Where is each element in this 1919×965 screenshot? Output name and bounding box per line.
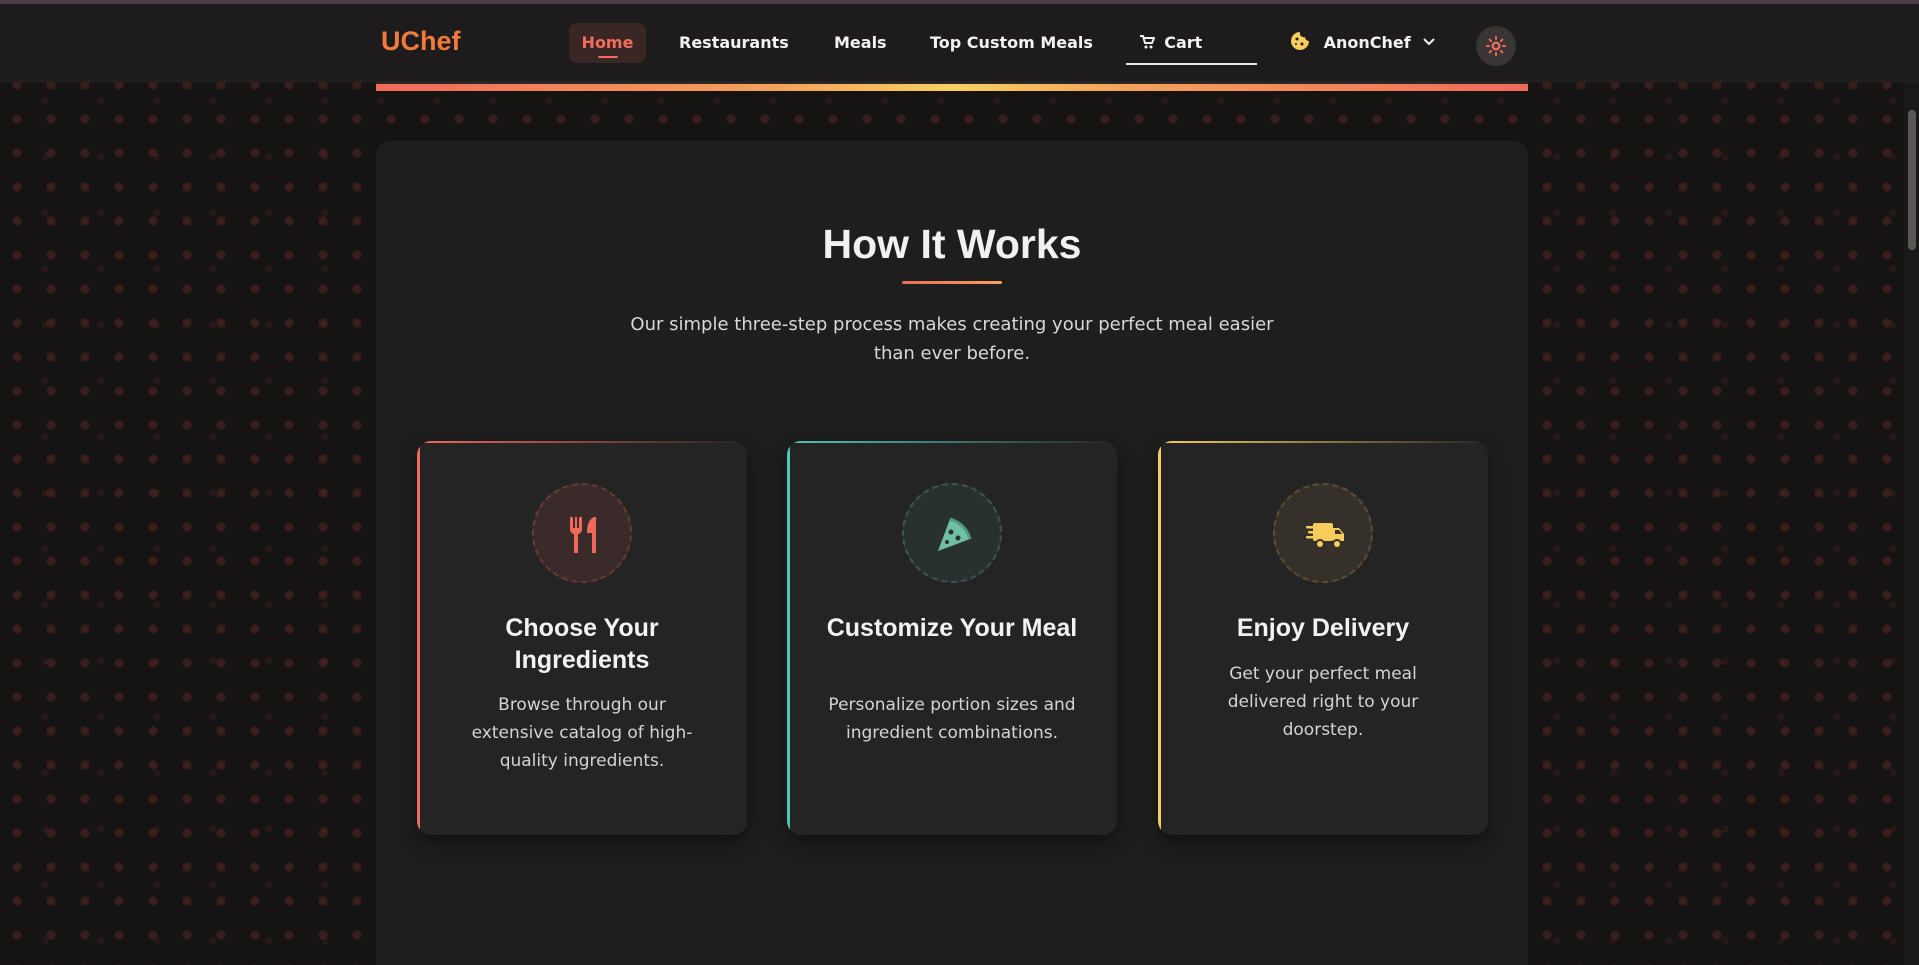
section-subtitle: Our simple three-step process makes crea… — [630, 314, 1274, 364]
logo[interactable]: UChef — [381, 26, 461, 57]
step-card-choose-ingredients: Choose Your Ingredients Browse through o… — [417, 441, 747, 835]
nav-top-custom-meals[interactable]: Top Custom Meals — [930, 23, 1093, 63]
section-title: How It Works — [822, 221, 1082, 267]
step-description: Get your perfect meal delivered right to… — [1227, 664, 1419, 740]
delivery-truck-icon — [1306, 523, 1344, 549]
scrollbar-thumb[interactable] — [1908, 110, 1916, 250]
nav-meals[interactable]: Meals — [834, 23, 887, 63]
nav-restaurants[interactable]: Restaurants — [679, 23, 789, 63]
step-title: Enjoy Delivery — [1236, 614, 1410, 642]
pizza-slice-icon — [938, 517, 972, 551]
navbar: UChef Home Restaurants Meals Top Custom … — [0, 4, 1919, 82]
step-title: Customize Your Meal — [826, 614, 1078, 642]
user-menu[interactable]: AnonChef — [1290, 23, 1436, 63]
utensils-icon — [570, 517, 596, 553]
step-title: Choose Your Ingredients — [505, 614, 659, 674]
step-icon-circle — [532, 483, 632, 583]
how-it-works-section: How It Works Our simple three-step proce… — [376, 141, 1528, 965]
step-description: Personalize portion sizes and ingredient… — [828, 695, 1076, 743]
step-card-enjoy-delivery: Enjoy Delivery Get your perfect meal del… — [1158, 441, 1488, 835]
accent-gradient-bar — [376, 84, 1528, 91]
sun-icon — [1486, 36, 1506, 56]
nav-home[interactable]: Home — [569, 23, 646, 63]
cookie-icon — [1290, 26, 1310, 50]
page-scrollbar[interactable] — [1904, 82, 1919, 965]
cart-label: Cart — [1164, 33, 1203, 52]
step-icon-circle — [902, 483, 1002, 583]
step-description: Browse through our extensive catalog of … — [471, 695, 693, 771]
user-name: AnonChef — [1323, 33, 1411, 52]
cart-icon — [1140, 34, 1160, 52]
title-underline — [902, 281, 1002, 284]
nav-cart[interactable]: Cart — [1126, 23, 1257, 65]
step-icon-circle — [1273, 483, 1373, 583]
theme-toggle-button[interactable] — [1476, 26, 1516, 66]
step-card-customize-meal: Customize Your Meal Personalize portion … — [787, 441, 1117, 835]
chevron-down-icon — [1422, 24, 1436, 46]
